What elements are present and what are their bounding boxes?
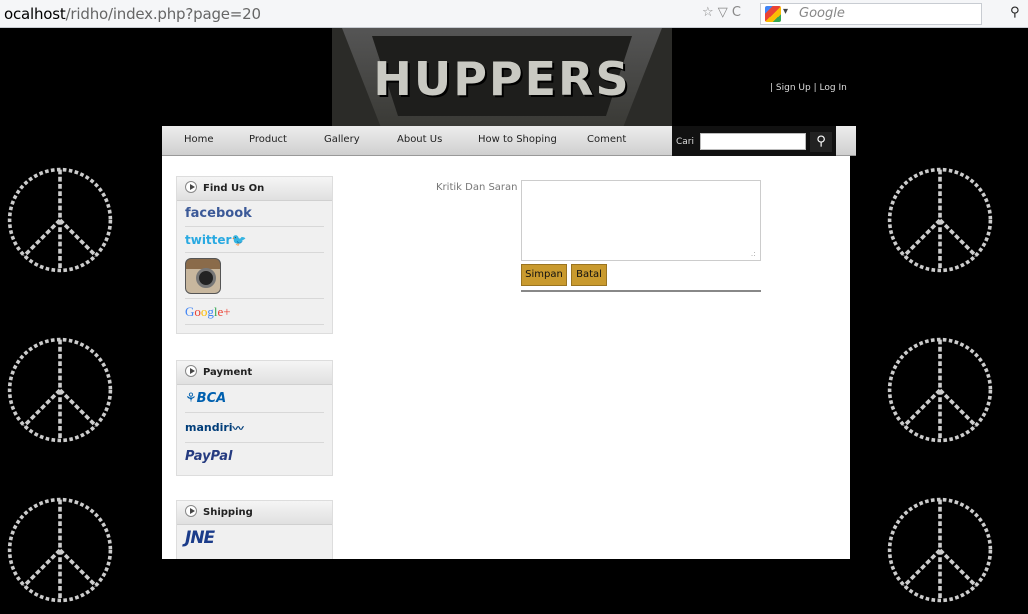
google-icon <box>765 6 781 22</box>
google-plus-link[interactable]: Google+ <box>185 299 324 325</box>
browser-toolbar: ocalhost/ridho/index.php?page=20 ☆ ▽ C ▾… <box>0 0 1028 28</box>
search-icon: ⚲ <box>816 134 826 149</box>
auth-separator: | <box>770 83 774 93</box>
play-icon <box>185 365 197 377</box>
search-label: Cari <box>676 137 694 147</box>
twitter-bird-icon: 🐦 <box>231 232 247 247</box>
widget-title: Shipping <box>203 507 253 518</box>
twitter-logo: twitter <box>185 232 232 247</box>
feedback-label: Kritik Dan Saran <box>436 182 518 193</box>
search-engine-placeholder: Google <box>799 6 845 21</box>
play-icon <box>185 505 197 517</box>
facebook-link[interactable]: facebook <box>185 201 324 227</box>
site-logo[interactable]: HUPPERS <box>332 28 672 126</box>
peace-sign-icon <box>880 330 1000 450</box>
browser-search-input[interactable]: ▾ Google <box>760 3 982 25</box>
widget-title: Payment <box>203 367 253 378</box>
url-host: ocalhost <box>4 5 66 23</box>
search-icon[interactable]: ⚲ <box>1010 5 1020 20</box>
url-path: /ridho/index.php?page=20 <box>65 5 261 23</box>
nav-coment[interactable]: Coment <box>587 134 626 145</box>
form-divider <box>521 290 761 292</box>
play-icon <box>185 181 197 193</box>
bca-text: BCA <box>196 391 227 406</box>
instagram-link[interactable] <box>185 253 324 299</box>
search-input[interactable] <box>700 133 806 150</box>
google-plus-logo: Google+ <box>185 304 231 320</box>
paypal-text-1: Pay <box>185 448 211 464</box>
site-search: Cari ⚲ <box>672 126 836 160</box>
logo-letter: G <box>185 303 195 319</box>
chevron-down-icon[interactable]: ▾ <box>783 6 788 17</box>
nav-about-us[interactable]: About Us <box>397 134 442 145</box>
twitter-link[interactable]: twitter 🐦 <box>185 227 324 253</box>
sign-up-link[interactable]: Sign Up <box>776 83 811 93</box>
nav-home[interactable]: Home <box>184 134 214 145</box>
jne-logo: JNE <box>185 525 324 551</box>
bca-logo: ⚘ BCA <box>185 385 324 413</box>
search-button[interactable]: ⚲ <box>810 132 832 152</box>
instagram-icon <box>185 257 221 294</box>
peace-sign-icon <box>0 160 120 280</box>
logo-text: HUPPERS <box>373 52 631 106</box>
nav-product[interactable]: Product <box>249 134 287 145</box>
peace-sign-icon <box>0 330 120 450</box>
widget-header: Payment <box>177 361 332 385</box>
peace-sign-icon <box>880 490 1000 610</box>
log-in-link[interactable]: Log In <box>820 83 847 93</box>
mandiri-text: mandiri <box>185 421 233 434</box>
simpan-button[interactable]: Simpan <box>521 264 567 286</box>
peace-sign-icon <box>880 160 1000 280</box>
paypal-text-2: Pal <box>210 448 233 464</box>
mandiri-logo: mandiri 〰 <box>185 413 324 443</box>
bookmark-reload-icons[interactable]: ☆ ▽ C <box>702 5 741 20</box>
find-us-widget: Find Us On facebook twitter 🐦 Google+ <box>176 176 333 334</box>
url-bar[interactable]: ocalhost/ridho/index.php?page=20 <box>4 5 261 23</box>
payment-widget: Payment ⚘ BCA mandiri 〰 Pay Pal <box>176 360 333 476</box>
widget-header: Shipping <box>177 501 332 525</box>
mandiri-wing-icon: 〰 <box>232 421 244 435</box>
logo-plus: + <box>223 303 231 319</box>
feedback-textarea[interactable] <box>521 180 761 261</box>
auth-links: | Sign Up | Log In <box>770 83 847 93</box>
widget-header: Find Us On <box>177 177 332 201</box>
shipping-widget: Shipping JNE <box>176 500 333 559</box>
peace-sign-icon <box>0 490 120 610</box>
nav-gallery[interactable]: Gallery <box>324 134 360 145</box>
jne-text: JNE <box>185 528 215 548</box>
nav-how-to-shoping[interactable]: How to Shoping <box>478 134 557 145</box>
paypal-logo: Pay Pal <box>185 443 324 469</box>
auth-separator: | <box>813 83 817 93</box>
widget-title: Find Us On <box>203 183 265 194</box>
bca-icon: ⚘ <box>185 391 197 406</box>
facebook-logo: facebook <box>185 206 252 221</box>
batal-button[interactable]: Batal <box>571 264 607 286</box>
